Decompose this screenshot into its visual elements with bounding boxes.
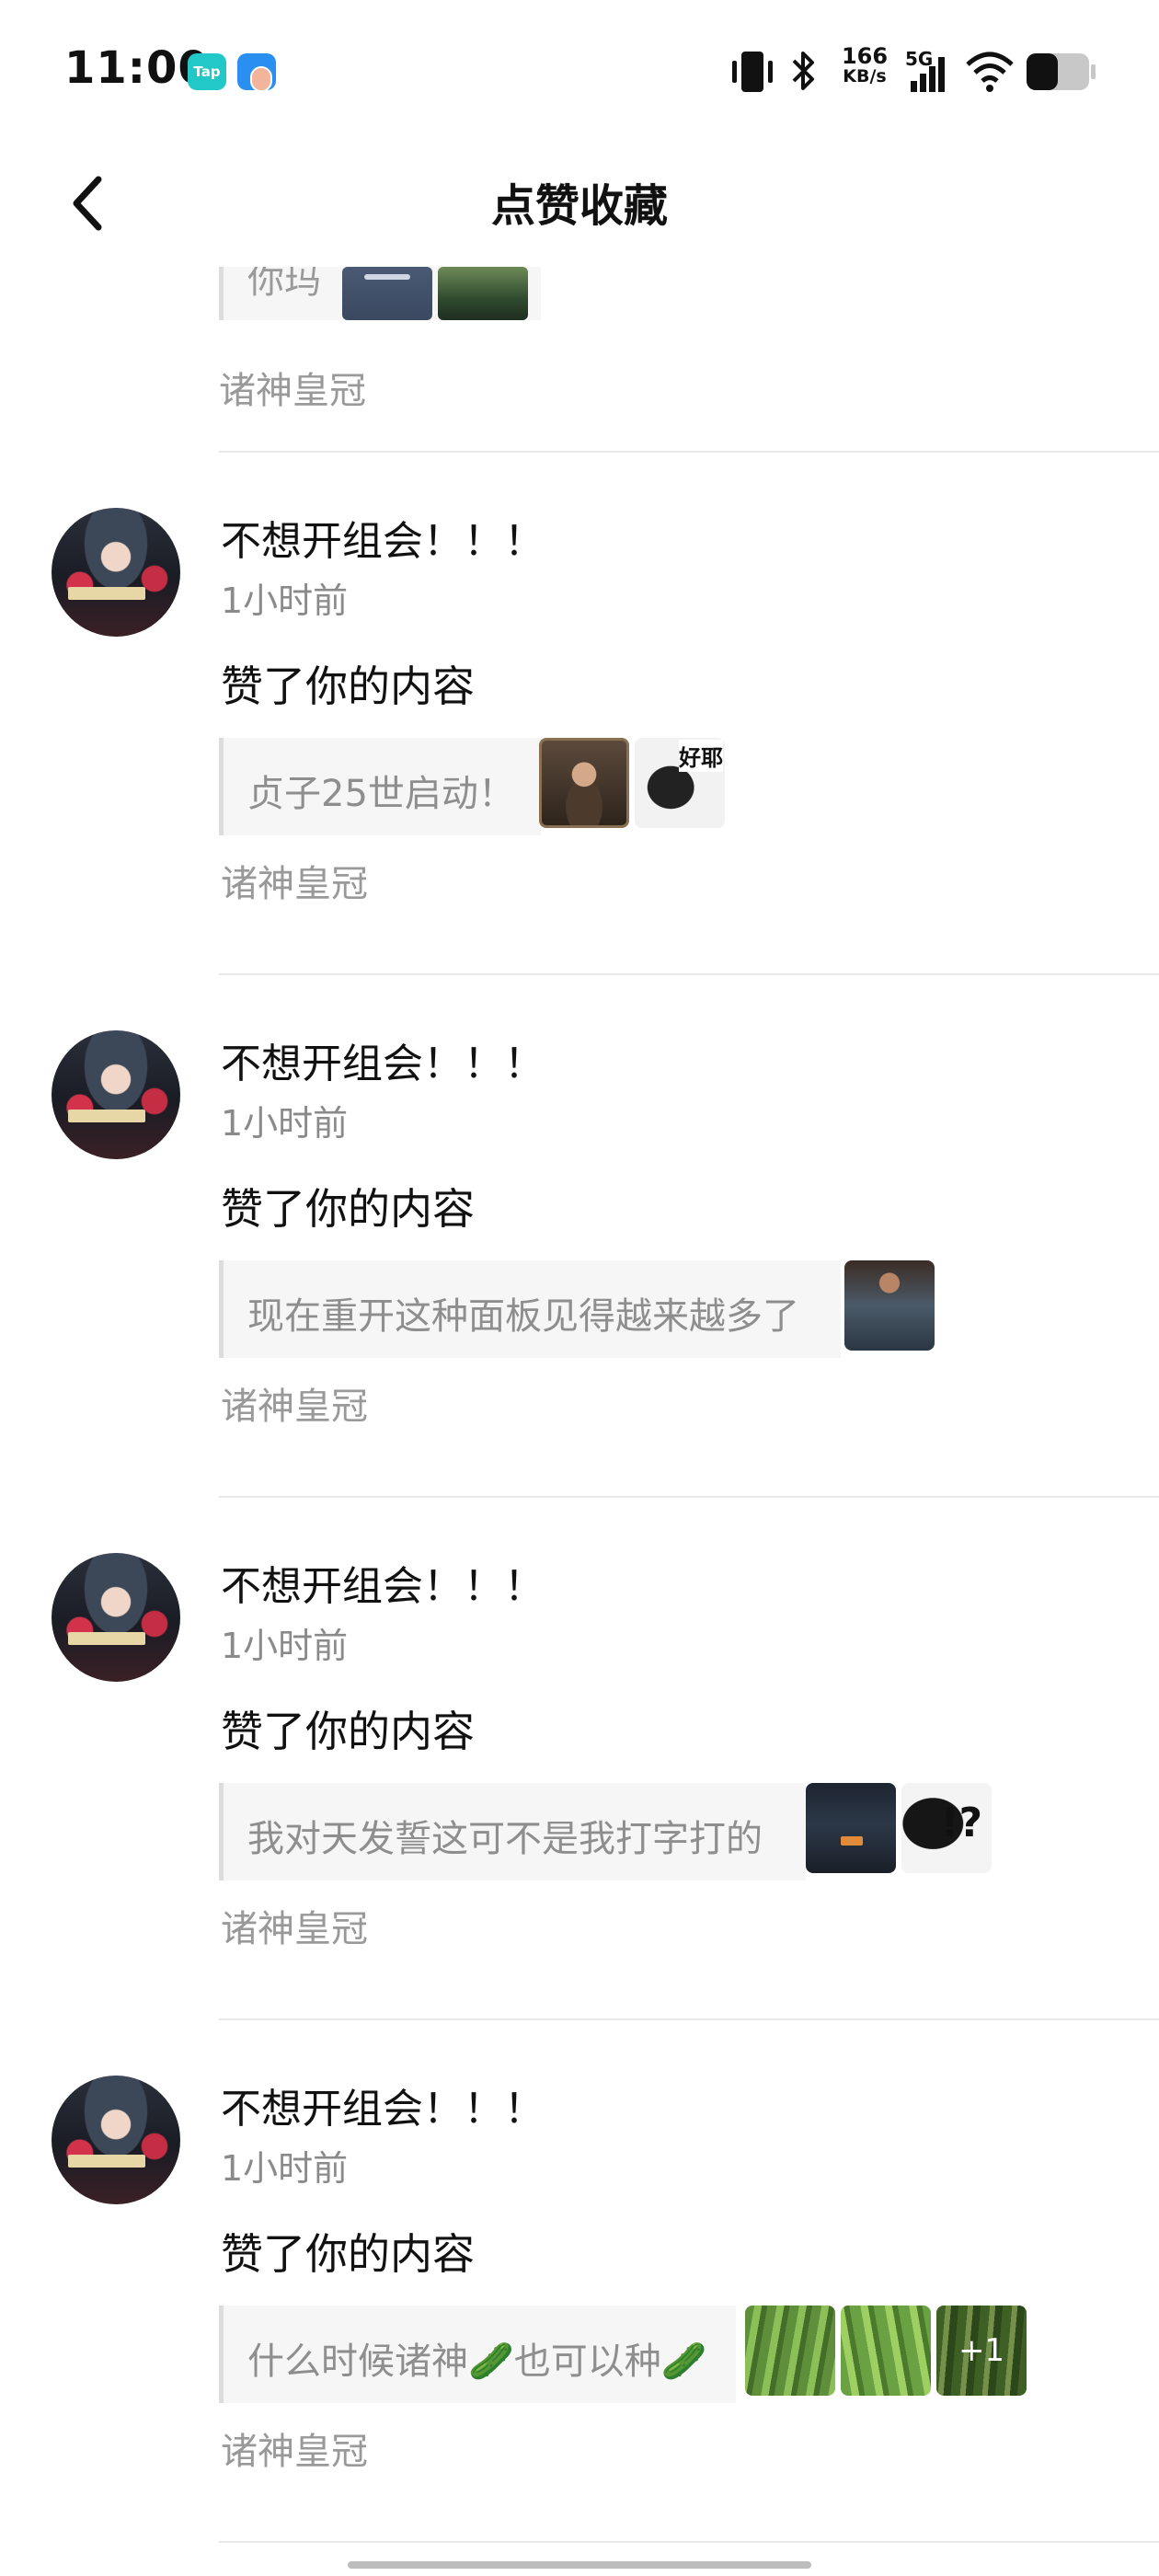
- username[interactable]: 不想开组会！！！: [221, 1553, 545, 1612]
- timestamp: 1小时前: [221, 2148, 349, 2189]
- divider: [219, 2541, 1159, 2543]
- list-item[interactable]: 不想开组会！！！ 1小时前 赞了你的内容 现在重开这种面板见得越来越多了 诸神皇…: [0, 975, 1159, 1496]
- taptap-app-icon: Tap: [188, 53, 226, 90]
- list-item[interactable]: 不想开组会！！！ 1小时前 赞了你的内容 我对天发誓这可不是我打字打的 !? 诸…: [0, 1498, 1159, 2018]
- bluetooth-icon: [786, 46, 821, 98]
- quoted-content-text: 贞子25世启动！: [247, 773, 515, 815]
- content-thumbnail[interactable]: [745, 2306, 835, 2396]
- quoted-content-text: 你玛: [247, 267, 321, 302]
- action-text: 赞了你的内容: [221, 2229, 475, 2279]
- thumbnail-caption: 好耶: [679, 740, 723, 772]
- avatar[interactable]: [52, 508, 180, 637]
- quoted-content-text: 现在重开这种面板见得越来越多了: [247, 1295, 799, 1338]
- quoted-content-text: 什么时候诸神🥒也可以种🥒: [247, 2340, 707, 2383]
- content-thumbnail[interactable]: 好耶: [635, 738, 725, 828]
- network-speed-unit: KB/s: [843, 66, 887, 86]
- username[interactable]: 不想开组会！！！: [221, 2076, 545, 2134]
- game-name[interactable]: 诸神皇冠: [221, 854, 368, 907]
- game-name[interactable]: 诸神皇冠: [221, 1899, 368, 1952]
- signal-icon: 5G: [905, 46, 951, 98]
- content-thumbnail[interactable]: [844, 1260, 935, 1351]
- content-thumbnail[interactable]: !?: [901, 1783, 992, 1873]
- action-text: 赞了你的内容: [221, 661, 475, 711]
- game-name[interactable]: 诸神皇冠: [221, 2421, 368, 2475]
- timestamp: 1小时前: [221, 1626, 349, 1666]
- timestamp: 1小时前: [221, 581, 349, 621]
- username[interactable]: 不想开组会！！！: [221, 1030, 545, 1089]
- page-title: 点赞收藏: [490, 180, 668, 232]
- vibrate-icon: [729, 46, 776, 98]
- likes-page: 11:00 Tap 166 KB/s 5G 点赞收藏 你玛 诸神皇冠 不想开组会…: [0, 0, 1159, 2576]
- battery-icon: [1025, 46, 1096, 98]
- game-name[interactable]: 诸神皇冠: [219, 361, 366, 414]
- quoted-content[interactable]: 我对天发誓这可不是我打字打的: [219, 1783, 806, 1880]
- quoted-content[interactable]: 什么时候诸神🥒也可以种🥒: [219, 2306, 736, 2403]
- content-thumbnail[interactable]: [539, 738, 629, 828]
- content-thumbnail[interactable]: [841, 2306, 931, 2396]
- content-thumbnail[interactable]: [806, 1783, 896, 1873]
- hand-app-icon: [237, 53, 276, 92]
- action-text: 赞了你的内容: [221, 1707, 475, 1756]
- timestamp: 1小时前: [221, 1103, 349, 1144]
- content-thumbnail[interactable]: +1: [936, 2306, 1027, 2396]
- avatar[interactable]: [52, 2076, 180, 2204]
- game-name[interactable]: 诸神皇冠: [221, 1376, 368, 1430]
- wifi-icon: [964, 46, 1016, 98]
- thumbnail-caption: !?: [940, 1800, 982, 1846]
- content-thumbnail[interactable]: [438, 267, 528, 320]
- status-bar: 11:00 Tap 166 KB/s 5G: [0, 0, 1159, 138]
- more-images-count: +1: [936, 2306, 1027, 2396]
- header: 点赞收藏: [0, 138, 1159, 267]
- quoted-content[interactable]: 现在重开这种面板见得越来越多了: [219, 1260, 841, 1358]
- network-speed: 166 KB/s: [837, 43, 892, 98]
- network-speed-value: 166: [841, 43, 889, 69]
- quoted-content-text: 我对天发誓这可不是我打字打的: [247, 1818, 763, 1860]
- list-item[interactable]: 不想开组会！！！ 1小时前 赞了你的内容 贞子25世启动！ 好耶 诸神皇冠: [0, 453, 1159, 973]
- home-indicator[interactable]: [348, 2561, 811, 2569]
- content-thumbnail[interactable]: [342, 267, 432, 320]
- quoted-content[interactable]: 贞子25世启动！: [219, 738, 541, 835]
- avatar[interactable]: [52, 1030, 180, 1159]
- username[interactable]: 不想开组会！！！: [221, 508, 545, 567]
- list-item[interactable]: 不想开组会！！！ 1小时前 赞了你的内容 什么时候诸神🥒也可以种🥒 +1 诸神皇…: [0, 2020, 1159, 2541]
- action-text: 赞了你的内容: [221, 1184, 475, 1234]
- avatar[interactable]: [52, 1553, 180, 1682]
